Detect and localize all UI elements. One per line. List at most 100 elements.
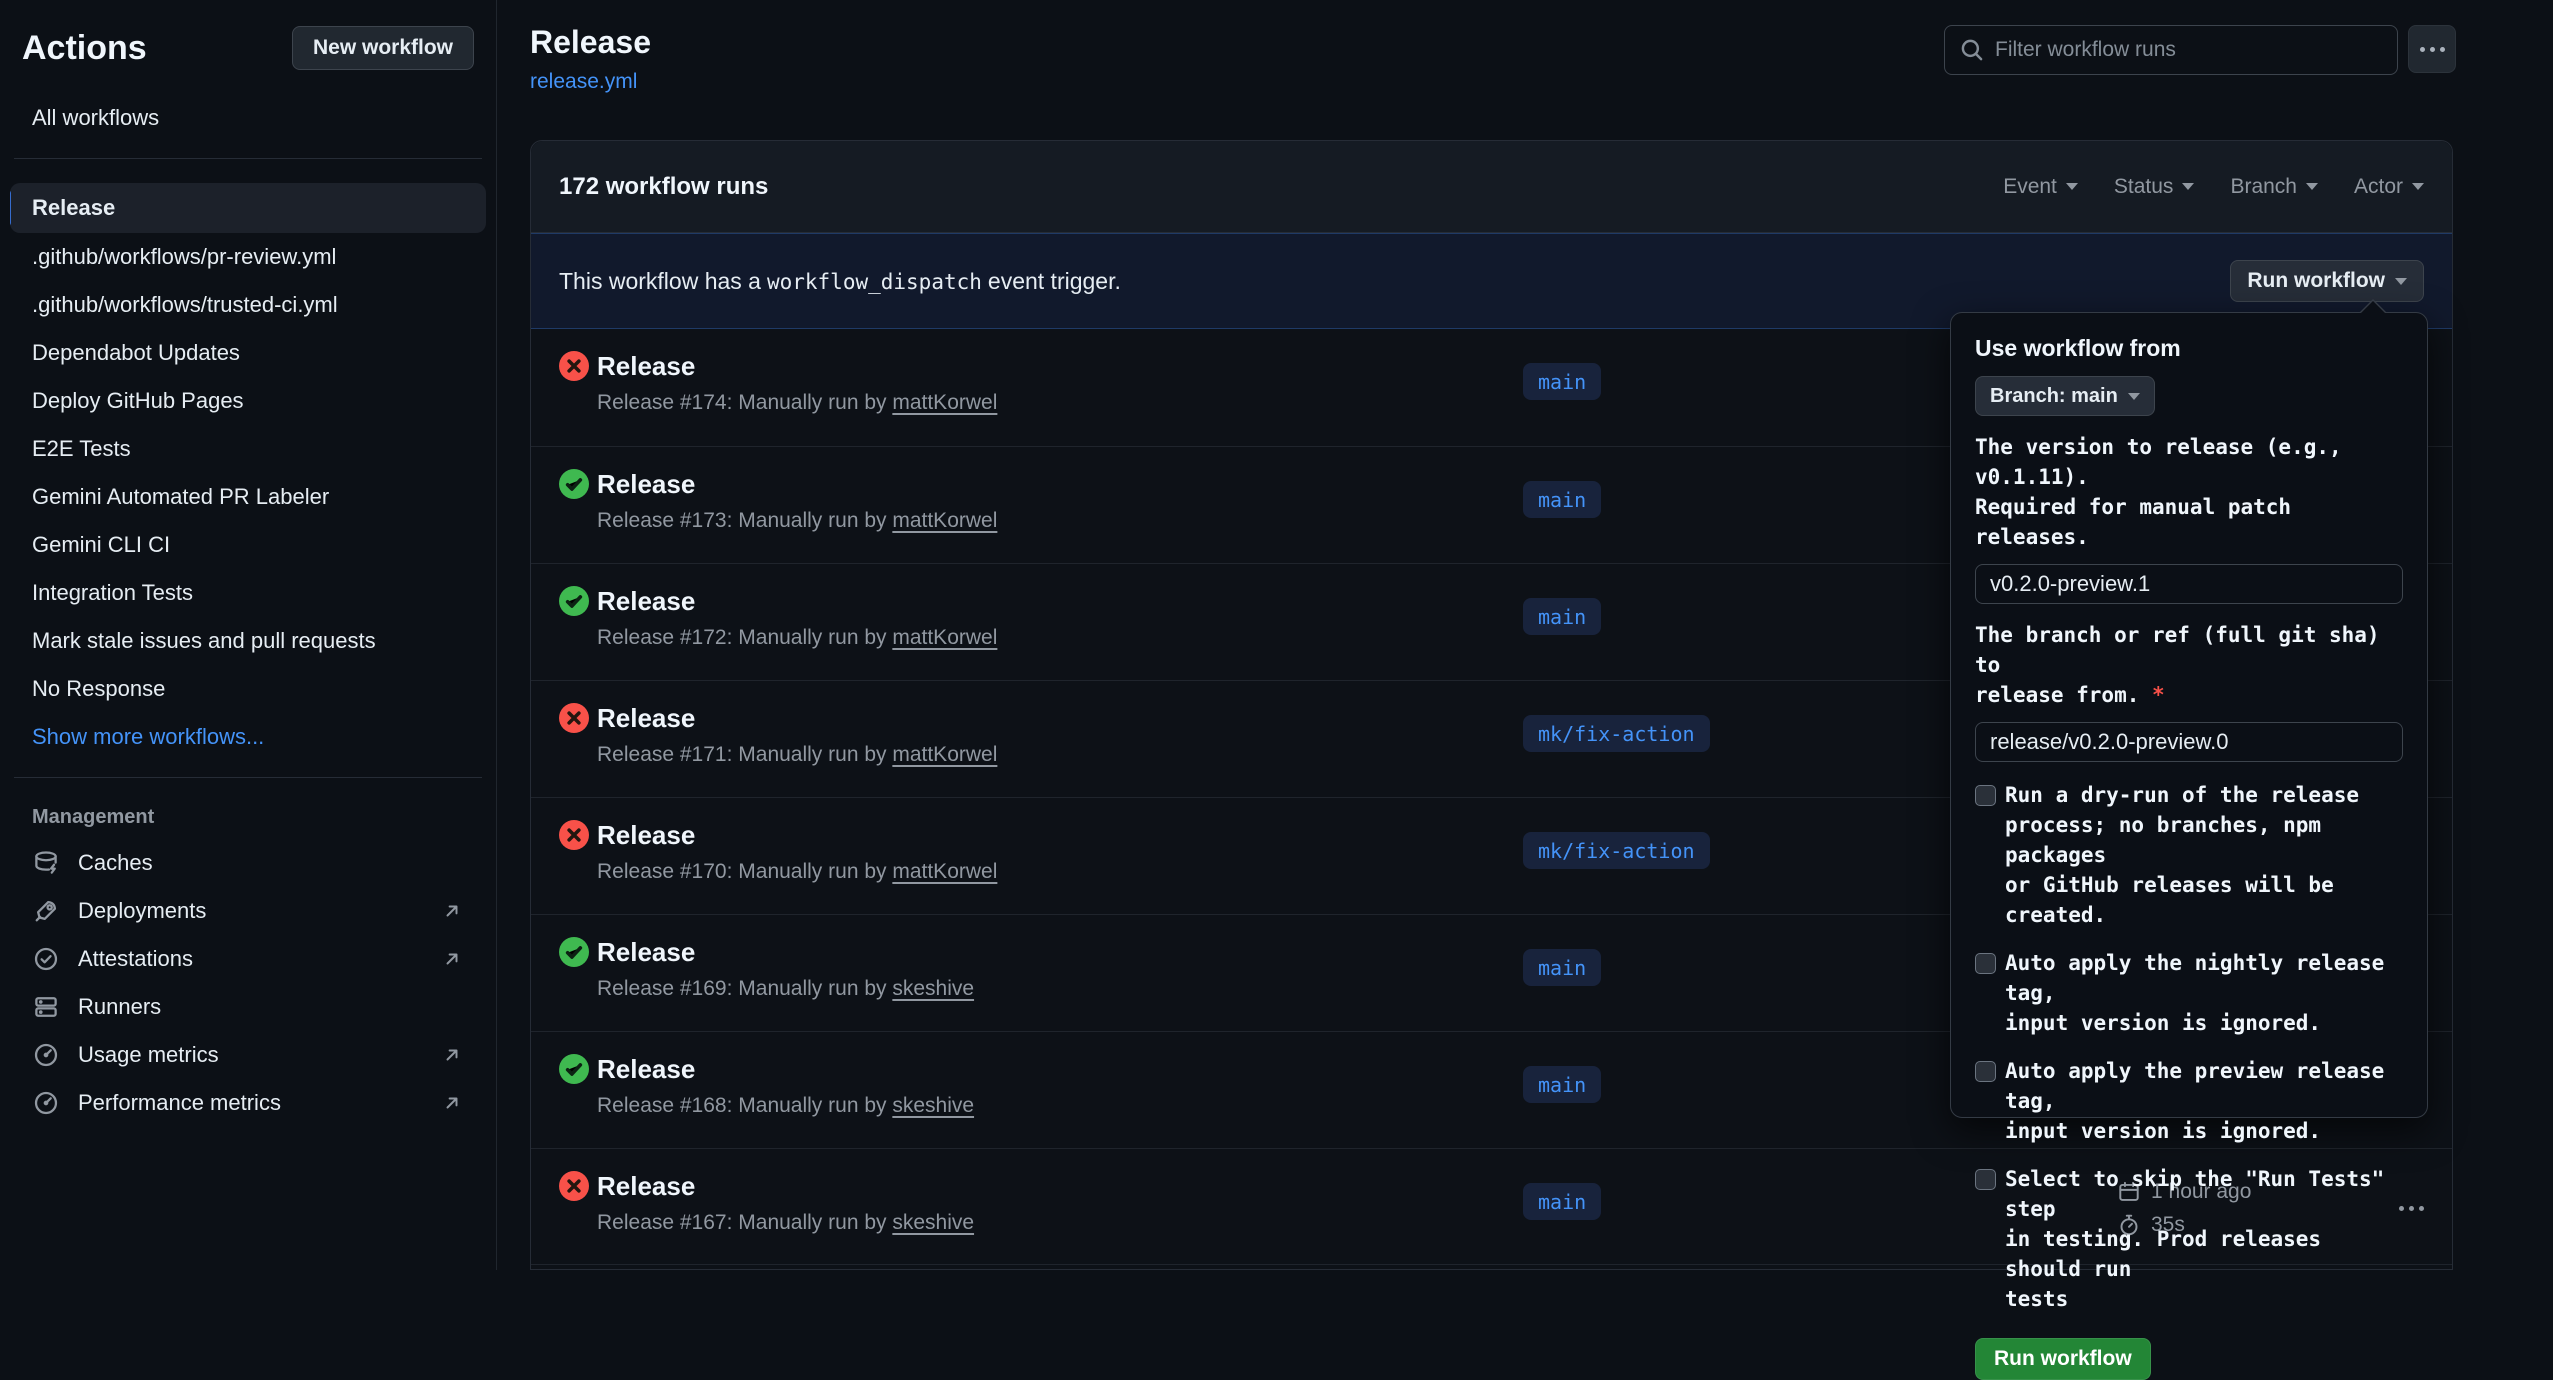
sidebar-item-workflow-3[interactable]: Dependabot Updates xyxy=(10,329,486,377)
sidebar-item-workflow-4[interactable]: Deploy GitHub Pages xyxy=(10,377,486,425)
run-workflow-dropdown-button[interactable]: Run workflow xyxy=(2230,260,2424,302)
run-title-link[interactable]: Release xyxy=(597,703,695,734)
run-title-link[interactable]: Release xyxy=(597,1171,695,1202)
branch-badge[interactable]: mk/fix-action xyxy=(1523,832,1710,869)
rocket-icon xyxy=(32,897,60,925)
filter-event[interactable]: Event xyxy=(2003,175,2078,199)
branch-selector-button[interactable]: Branch: main xyxy=(1975,376,2155,416)
field-label-text: The branch or ref (full git sha) to rele… xyxy=(1975,623,2380,707)
dialog-text-input-0[interactable] xyxy=(1975,564,2403,604)
checkbox[interactable] xyxy=(1975,785,1996,806)
meter-icon xyxy=(32,1089,60,1117)
actor-link[interactable]: skeshive xyxy=(892,1211,974,1234)
run-title-link[interactable]: Release xyxy=(597,1054,695,1085)
failure-icon xyxy=(559,820,589,850)
sidebar-item-runners[interactable]: Runners xyxy=(10,983,486,1031)
run-title-link[interactable]: Release xyxy=(597,937,695,968)
sidebar-item-attestations[interactable]: Attestations xyxy=(10,935,486,983)
sidebar-item-label: Gemini CLI CI xyxy=(32,532,170,558)
run-workflow-panel: Use workflow from Branch: main The versi… xyxy=(1950,312,2428,1118)
sidebar-item-label: E2E Tests xyxy=(32,436,131,462)
management-item-label: Deployments xyxy=(78,898,206,924)
actor-link[interactable]: mattKorwel xyxy=(892,509,997,532)
run-title-link[interactable]: Release xyxy=(597,351,695,382)
filter-workflow-runs-input[interactable] xyxy=(1995,38,2383,62)
sidebar-item-caches[interactable]: Caches xyxy=(10,839,486,887)
sidebar-item-label: No Response xyxy=(32,676,165,702)
actor-link[interactable]: mattKorwel xyxy=(892,743,997,766)
branch-badge[interactable]: main xyxy=(1523,598,1601,635)
sidebar-item-all-workflows[interactable]: All workflows xyxy=(10,94,486,142)
meter-icon xyxy=(32,1041,60,1069)
run-description: Release #172: Manually run by mattKorwel xyxy=(597,626,997,650)
sidebar-item-label: Integration Tests xyxy=(32,580,193,606)
sidebar-divider xyxy=(14,777,482,778)
sidebar-item-workflow-10[interactable]: No Response xyxy=(10,665,486,713)
sidebar-item-workflow-9[interactable]: Mark stale issues and pull requests xyxy=(10,617,486,665)
run-title-link[interactable]: Release xyxy=(597,469,695,500)
dialog-text-input-1[interactable] xyxy=(1975,722,2403,762)
sidebar-item-workflow-1[interactable]: .github/workflows/pr-review.yml xyxy=(10,233,486,281)
dialog-checkbox-row-2: Run a dry-run of the release process; no… xyxy=(1975,780,2403,930)
kebab-dot xyxy=(2409,1206,2414,1211)
checkbox[interactable] xyxy=(1975,953,1996,974)
sidebar-item-performance-metrics[interactable]: Performance metrics xyxy=(10,1079,486,1127)
sidebar-item-label: Dependabot Updates xyxy=(32,340,240,366)
filter-actor[interactable]: Actor xyxy=(2354,175,2424,199)
filter-label: Branch xyxy=(2230,175,2297,199)
sidebar-item-workflow-2[interactable]: .github/workflows/trusted-ci.yml xyxy=(10,281,486,329)
sidebar-title: Actions xyxy=(22,29,147,68)
sidebar-divider xyxy=(14,158,482,159)
filter-branch[interactable]: Branch xyxy=(2230,175,2318,199)
filter-status[interactable]: Status xyxy=(2114,175,2195,199)
success-icon xyxy=(559,937,589,967)
verified-icon xyxy=(32,945,60,973)
checkbox[interactable] xyxy=(1975,1169,1996,1190)
search-icon xyxy=(1959,37,1985,63)
show-more-label: Show more workflows... xyxy=(32,724,264,750)
banner-text: This workflow has aworkflow_dispatcheven… xyxy=(559,268,1121,295)
sidebar-item-label: Release xyxy=(32,195,115,221)
management-item-label: Performance metrics xyxy=(78,1090,281,1116)
field-label-text: The version to release (e.g., v0.1.11). … xyxy=(1975,435,2342,549)
checkbox-label: Run a dry-run of the release process; no… xyxy=(2005,780,2403,930)
sidebar-item-workflow-5[interactable]: E2E Tests xyxy=(10,425,486,473)
dialog-checkbox-row-3: Auto apply the nightly release tag, inpu… xyxy=(1975,948,2403,1038)
sidebar-item-workflow-0[interactable]: Release xyxy=(10,183,486,233)
actor-link[interactable]: skeshive xyxy=(892,977,974,1000)
chevron-down-icon xyxy=(2306,183,2318,190)
sidebar-item-workflow-6[interactable]: Gemini Automated PR Labeler xyxy=(10,473,486,521)
actor-link[interactable]: mattKorwel xyxy=(892,391,997,414)
branch-badge[interactable]: main xyxy=(1523,481,1601,518)
run-title-link[interactable]: Release xyxy=(597,586,695,617)
branch-badge[interactable]: main xyxy=(1523,1183,1601,1220)
sidebar-item-label: Mark stale issues and pull requests xyxy=(32,628,376,654)
branch-badge[interactable]: main xyxy=(1523,1066,1601,1103)
checkbox[interactable] xyxy=(1975,1061,1996,1082)
sidebar-item-usage-metrics[interactable]: Usage metrics xyxy=(10,1031,486,1079)
sidebar-item-workflow-8[interactable]: Integration Tests xyxy=(10,569,486,617)
runs-filters: Event Status Branch Actor xyxy=(2003,175,2424,199)
branch-badge[interactable]: mk/fix-action xyxy=(1523,715,1710,752)
run-workflow-submit-button[interactable]: Run workflow xyxy=(1975,1338,2151,1380)
database-icon xyxy=(32,849,60,877)
sidebar-item-workflow-7[interactable]: Gemini CLI CI xyxy=(10,521,486,569)
arrow-up-right-icon xyxy=(440,1091,464,1115)
new-workflow-button[interactable]: New workflow xyxy=(292,26,474,70)
filter-label: Event xyxy=(2003,175,2057,199)
run-description: Release #174: Manually run by mattKorwel xyxy=(597,391,997,415)
actor-link[interactable]: mattKorwel xyxy=(892,626,997,649)
branch-badge[interactable]: main xyxy=(1523,949,1601,986)
run-title-link[interactable]: Release xyxy=(597,820,695,851)
run-description: Release #169: Manually run by skeshive xyxy=(597,977,974,1001)
management-item-label: Caches xyxy=(78,850,153,876)
workflow-options-kebab-button[interactable] xyxy=(2408,25,2456,73)
workflow-file-link[interactable]: release.yml xyxy=(530,70,637,94)
actor-link[interactable]: skeshive xyxy=(892,1094,974,1117)
actor-link[interactable]: mattKorwel xyxy=(892,860,997,883)
branch-badge[interactable]: main xyxy=(1523,363,1601,400)
chevron-down-icon xyxy=(2128,393,2140,400)
failure-icon xyxy=(559,703,589,733)
sidebar-item-deployments[interactable]: Deployments xyxy=(10,887,486,935)
show-more-workflows-link[interactable]: Show more workflows... xyxy=(10,713,486,761)
